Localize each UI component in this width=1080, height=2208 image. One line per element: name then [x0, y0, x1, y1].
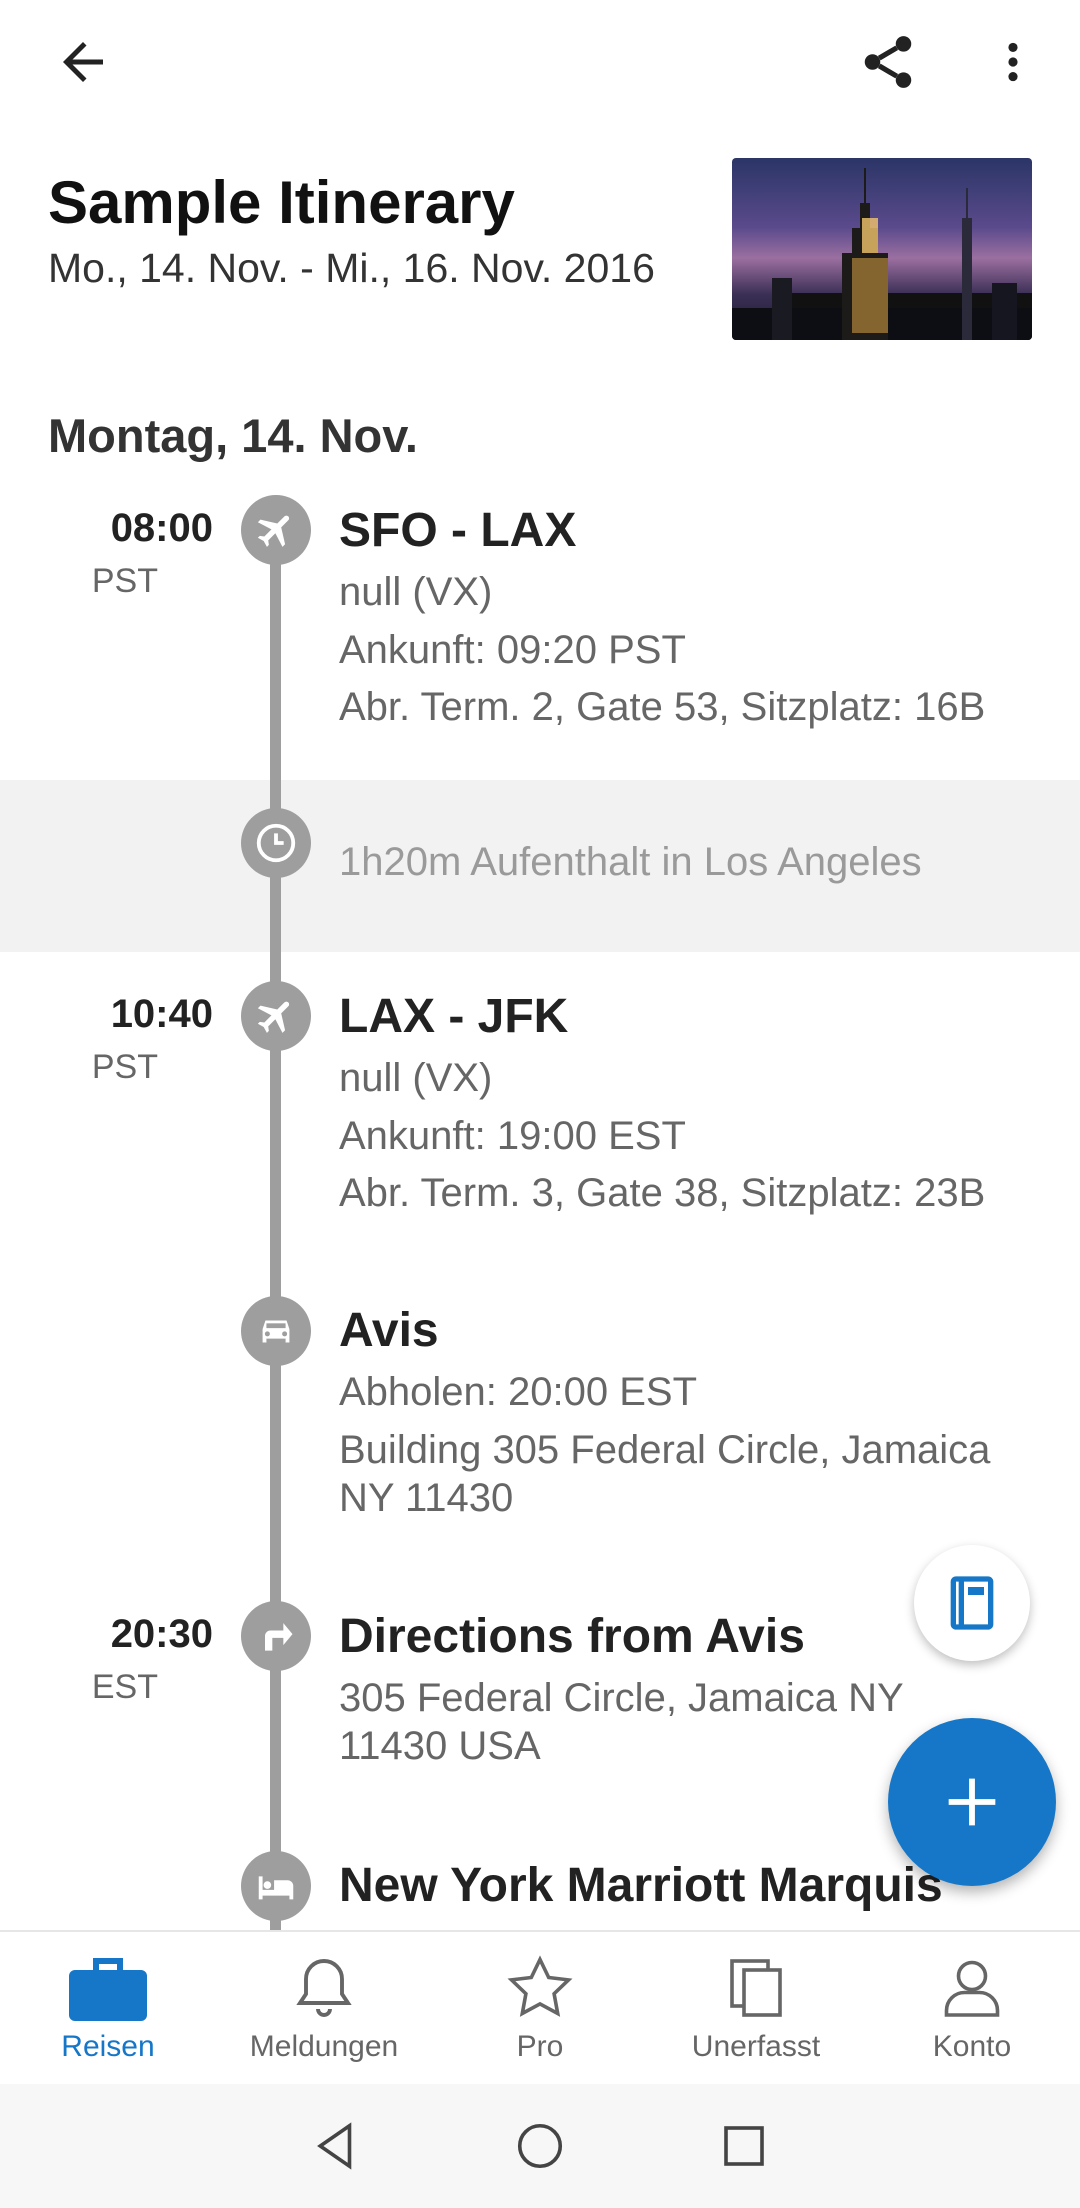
- event-detail: Abr. Term. 2, Gate 53, Sitzplatz: 16B: [339, 685, 986, 729]
- person-icon: [944, 1960, 1000, 2017]
- system-back-icon[interactable]: [309, 2119, 363, 2173]
- bottom-navigation: Reisen Meldungen Pro Unerfasst Konto: [0, 1930, 1080, 2086]
- event-title[interactable]: LAX - JFK: [339, 989, 568, 1044]
- nav-item-meldungen[interactable]: Meldungen: [216, 1932, 432, 2086]
- nav-item-pro[interactable]: Pro: [432, 1932, 648, 2086]
- star-icon: [507, 1955, 573, 2017]
- bell-icon: [296, 1959, 352, 2017]
- event-detail: Building 305 Federal Circle, Jamaica: [339, 1428, 991, 1472]
- share-icon[interactable]: [843, 17, 933, 107]
- event-detail: null (VX): [339, 1056, 493, 1100]
- notebook-icon: [950, 1576, 994, 1630]
- event-time: 10:40: [110, 992, 213, 1036]
- event-timezone: PST: [91, 562, 158, 600]
- event-time: 08:00: [110, 506, 213, 550]
- event-title[interactable]: Directions from Avis: [339, 1609, 805, 1664]
- event-detail: Abr. Term. 3, Gate 38, Sitzplatz: 23B: [339, 1171, 986, 1215]
- app-bar: [0, 0, 1080, 125]
- documents-icon: [730, 1959, 782, 2017]
- nav-label: Meldungen: [249, 2030, 399, 2063]
- layover-text: 1h20m Aufenthalt in Los Angeles: [339, 840, 922, 884]
- event-detail: Ankunft: 19:00 EST: [339, 1114, 686, 1158]
- day-header: Montag, 14. Nov.: [48, 409, 418, 462]
- system-home-icon[interactable]: [513, 2119, 567, 2173]
- nav-item-konto[interactable]: Konto: [864, 1932, 1080, 2086]
- system-navigation-bar: [0, 2084, 1080, 2208]
- event-detail: NY 11430: [339, 1476, 514, 1520]
- airplane-icon: [241, 981, 311, 1051]
- event-timezone: EST: [91, 1668, 158, 1706]
- nav-label: Pro: [516, 2030, 564, 2063]
- event-detail: 305 Federal Circle, Jamaica NY: [339, 1676, 904, 1720]
- airplane-icon: [241, 495, 311, 565]
- event-timezone: PST: [91, 1048, 158, 1086]
- event-time: 20:30: [110, 1612, 213, 1656]
- trip-dates: Mo., 14. Nov. - Mi., 16. Nov. 2016: [48, 245, 655, 291]
- trip-cover-photo[interactable]: [732, 158, 1032, 340]
- nav-item-reisen[interactable]: Reisen: [0, 1932, 216, 2086]
- event-detail: null (VX): [339, 570, 493, 614]
- nav-label: Konto: [932, 2030, 1012, 2063]
- event-detail: Ankunft: 09:20 PST: [339, 628, 686, 672]
- nav-item-unerfasst[interactable]: Unerfasst: [648, 1932, 864, 2086]
- clock-icon: [241, 808, 311, 878]
- bed-icon: [241, 1851, 311, 1921]
- car-icon: [241, 1296, 311, 1366]
- nav-label: Reisen: [61, 2030, 155, 2063]
- back-arrow-icon[interactable]: [38, 17, 128, 107]
- directions-icon: [241, 1601, 311, 1671]
- event-title[interactable]: Avis: [339, 1303, 439, 1358]
- trip-title: Sample Itinerary: [48, 169, 515, 236]
- system-recents-icon[interactable]: [717, 2119, 771, 2173]
- more-options-icon[interactable]: [968, 17, 1058, 107]
- timeline-rail: [270, 520, 281, 1930]
- nav-label: Unerfasst: [691, 2030, 821, 2063]
- event-title[interactable]: SFO - LAX: [339, 503, 576, 558]
- plus-icon: [948, 1778, 996, 1826]
- add-button[interactable]: [888, 1718, 1056, 1886]
- notebook-button[interactable]: [914, 1545, 1030, 1661]
- event-title[interactable]: New York Marriott Marquis: [339, 1858, 943, 1913]
- event-detail: Abholen: 20:00 EST: [339, 1370, 698, 1414]
- briefcase-icon: [69, 1958, 147, 2021]
